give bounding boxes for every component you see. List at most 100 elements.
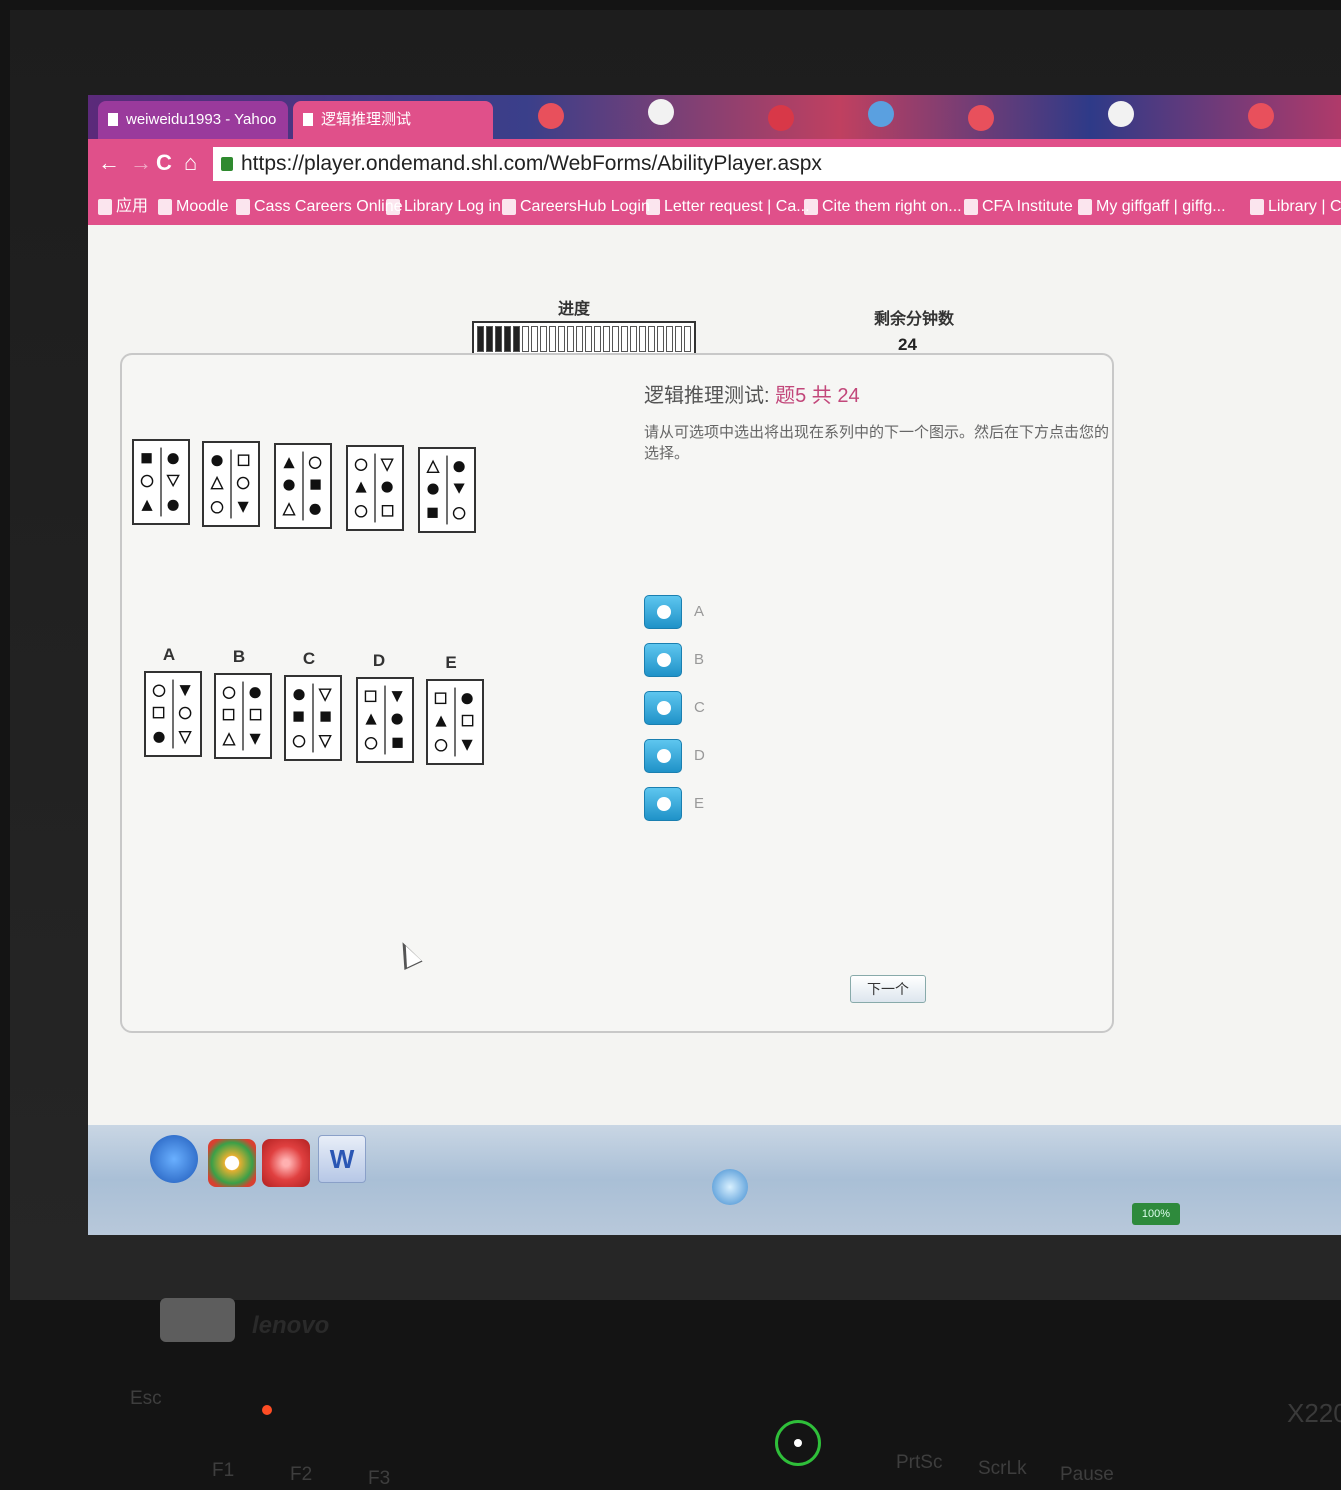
option-label: B xyxy=(694,651,705,668)
chrome-icon[interactable] xyxy=(208,1139,256,1187)
bookmark-cite-them-right[interactable]: Cite them right on... xyxy=(802,189,962,225)
progress-segment xyxy=(513,326,520,352)
document-icon xyxy=(804,199,818,215)
giffgaff-icon xyxy=(1078,199,1092,215)
progress-segment xyxy=(657,326,664,352)
progress-bar xyxy=(472,321,696,357)
word-icon[interactable]: W xyxy=(318,1135,366,1183)
start-button-icon[interactable] xyxy=(150,1135,198,1183)
option-label: E xyxy=(694,795,705,812)
answer-figure-a xyxy=(144,671,202,757)
bookmark-giffgaff[interactable]: My giffgaff | giffg... xyxy=(1076,189,1226,225)
tab-label: 逻辑推理测试 xyxy=(321,111,412,128)
radio-button-icon[interactable] xyxy=(644,739,682,773)
bookmark-cfa[interactable]: CFA Institute xyxy=(962,189,1073,225)
theme-flower xyxy=(1248,103,1274,129)
cfa-icon xyxy=(964,199,978,215)
screen: weiweidu1993 - Yahoo 逻辑推理测试 ← → C ⌂ http… xyxy=(88,95,1341,1235)
tab-strip: weiweidu1993 - Yahoo 逻辑推理测试 xyxy=(88,95,1341,139)
network-globe-icon[interactable] xyxy=(712,1169,748,1205)
model-label: X220 xyxy=(1287,1398,1341,1428)
answer-label-a: A xyxy=(162,645,176,664)
bookmark-icon xyxy=(1250,199,1264,215)
apps-icon xyxy=(98,199,112,215)
tab-label: weiweidu1993 - Yahoo xyxy=(126,111,277,128)
answer-label-b: B xyxy=(232,647,246,666)
bookmark-moodle[interactable]: Moodle xyxy=(156,189,228,225)
battery-indicator[interactable]: 100% xyxy=(1132,1203,1180,1225)
sequence-figure-2 xyxy=(202,441,260,527)
lock-icon xyxy=(221,157,233,171)
theme-flower xyxy=(768,105,794,131)
progress-segment xyxy=(567,326,574,352)
radio-button-icon[interactable] xyxy=(644,595,682,629)
tab-logic-test[interactable]: 逻辑推理测试 xyxy=(293,101,493,139)
key-f1[interactable]: F1 xyxy=(212,1460,234,1482)
bookmark-careershub[interactable]: CareersHub Login xyxy=(500,189,650,225)
theme-flower xyxy=(648,99,674,125)
sequence-figure-5 xyxy=(418,447,476,533)
radio-button-icon[interactable] xyxy=(644,787,682,821)
sequence-figure-3 xyxy=(274,443,332,529)
bookmark-cass-careers[interactable]: Cass Careers Online xyxy=(234,189,403,225)
radio-button-icon[interactable] xyxy=(644,691,682,725)
next-button[interactable]: 下一个 xyxy=(850,975,926,1003)
progress-segment xyxy=(576,326,583,352)
option-label: D xyxy=(694,747,705,764)
progress-segment xyxy=(603,326,610,352)
sequence-figure-1 xyxy=(132,439,190,525)
answer-figure-c xyxy=(284,675,342,761)
bookmarks-bar: 应用 Moodle Cass Careers Online Library Lo… xyxy=(88,189,1341,225)
theme-flower xyxy=(968,105,994,131)
home-icon[interactable]: ⌂ xyxy=(184,151,197,175)
reload-icon[interactable]: C xyxy=(156,151,172,175)
progress-segment xyxy=(666,326,673,352)
bookmark-icon xyxy=(646,199,660,215)
back-arrow-icon[interactable]: ← xyxy=(98,151,120,175)
answer-figure-e xyxy=(426,679,484,765)
progress-segment xyxy=(612,326,619,352)
question-number: 题5 共 24 xyxy=(775,385,860,407)
app-icon[interactable] xyxy=(262,1139,310,1187)
bookmark-apps[interactable]: 应用 xyxy=(96,189,148,225)
bookmark-letter-request[interactable]: Letter request | Ca... xyxy=(644,189,810,225)
progress-segment xyxy=(558,326,565,352)
key-f3[interactable]: F3 xyxy=(368,1468,390,1490)
key-scrlk[interactable]: ScrLk xyxy=(978,1458,1027,1480)
progress-label: 进度 xyxy=(558,301,591,318)
progress-segment xyxy=(630,326,637,352)
mute-led-icon xyxy=(262,1405,272,1415)
forward-arrow-icon[interactable]: → xyxy=(130,151,152,175)
answer-label-e: E xyxy=(445,653,457,672)
timer-label: 剩余分钟数 xyxy=(874,311,955,328)
progress-segment xyxy=(486,326,493,352)
key-prtsc[interactable]: PrtSc xyxy=(896,1452,942,1474)
sequence-figure-4 xyxy=(346,445,404,531)
radio-button-icon[interactable] xyxy=(644,643,682,677)
key-esc[interactable]: Esc xyxy=(130,1388,162,1410)
address-bar[interactable]: https://player.ondemand.shl.com/WebForms… xyxy=(213,147,1341,181)
answer-figure-b xyxy=(214,673,272,759)
progress-segment xyxy=(522,326,529,352)
progress-segment xyxy=(540,326,547,352)
theme-flower xyxy=(538,103,564,129)
bookmark-library[interactable]: Library | Ci xyxy=(1248,189,1341,225)
progress-segment xyxy=(531,326,538,352)
bookmark-library-login[interactable]: Library Log in xyxy=(384,189,501,225)
power-button-icon[interactable] xyxy=(775,1420,821,1466)
bookmark-icon xyxy=(236,199,250,215)
progress-segment xyxy=(585,326,592,352)
test-page: 进度 剩余分钟数 24 逻辑推理测试: 题5 共 24 请从可选项中选出将出现在… xyxy=(88,225,1341,1125)
theme-flower xyxy=(1108,101,1134,127)
option-label: C xyxy=(694,699,705,716)
url-text: https://player.ondemand.shl.com/WebForms… xyxy=(241,152,822,175)
question-instruction: 请从可选项中选出将出现在系列中的下一个图示。然后在下方点击您的选择。 xyxy=(644,424,1110,462)
qr-icon xyxy=(386,199,400,215)
timer-value: 24 xyxy=(898,335,917,354)
yahoo-favicon-icon xyxy=(108,113,118,126)
tab-yahoo[interactable]: weiweidu1993 - Yahoo xyxy=(98,101,288,139)
page-favicon-icon xyxy=(303,113,313,126)
answer-label-d: D xyxy=(372,651,386,670)
progress-segment xyxy=(684,326,691,352)
progress-segment xyxy=(621,326,628,352)
